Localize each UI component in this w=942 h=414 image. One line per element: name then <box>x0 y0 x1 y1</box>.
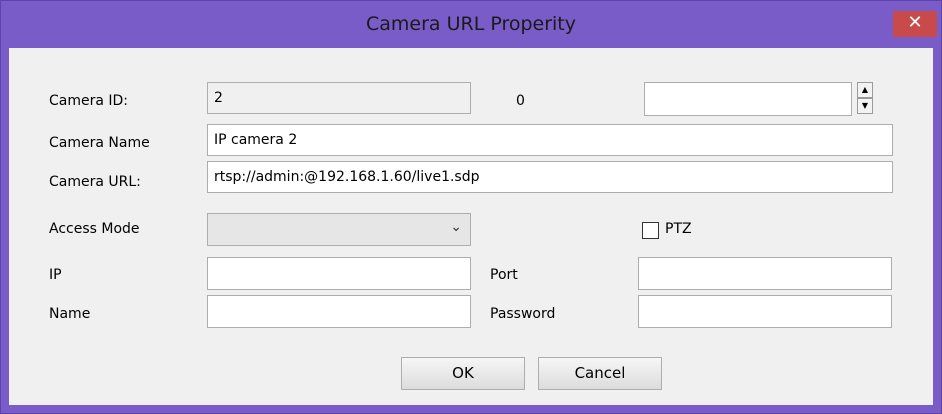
password-field[interactable] <box>638 295 892 328</box>
spin-input[interactable] <box>644 82 852 116</box>
chevron-down-icon: ⌄ <box>450 219 462 235</box>
window-title: Camera URL Properity <box>365 13 576 35</box>
camera-url-field[interactable]: rtsp://admin:@192.168.1.60/live1.sdp <box>207 161 893 193</box>
title-bar[interactable]: Camera URL Properity ✕ <box>1 1 941 48</box>
ptz-checkbox[interactable] <box>642 222 659 239</box>
ip-field[interactable] <box>207 257 471 290</box>
port-field[interactable] <box>638 257 892 290</box>
ptz-label: PTZ <box>665 221 692 237</box>
cancel-button[interactable]: Cancel <box>538 357 662 390</box>
dialog-body: Camera ID: 2 0 ▲ ▼ Camera Name IP camera… <box>9 48 933 405</box>
camera-id-label: Camera ID: <box>49 93 129 109</box>
name-label: Name <box>49 306 91 322</box>
ip-label: IP <box>49 267 62 283</box>
name-field[interactable] <box>207 295 471 328</box>
down-arrow-icon[interactable]: ▼ <box>857 98 873 114</box>
access-mode-label: Access Mode <box>49 221 140 237</box>
close-button[interactable]: ✕ <box>893 11 937 37</box>
zero-value-label: 0 <box>516 93 525 109</box>
camera-name-label: Camera Name <box>49 135 150 151</box>
port-label: Port <box>490 267 518 283</box>
ok-button[interactable]: OK <box>401 357 525 390</box>
access-mode-select[interactable]: ⌄ <box>207 213 471 246</box>
up-arrow-icon[interactable]: ▲ <box>857 82 873 98</box>
password-label: Password <box>490 306 556 322</box>
camera-name-field[interactable]: IP camera 2 <box>207 124 893 156</box>
camera-url-label: Camera URL: <box>49 174 141 190</box>
close-icon: ✕ <box>907 12 923 33</box>
camera-id-field: 2 <box>207 82 471 114</box>
camera-url-dialog: Camera URL Properity ✕ Camera ID: 2 0 ▲ … <box>0 0 942 414</box>
